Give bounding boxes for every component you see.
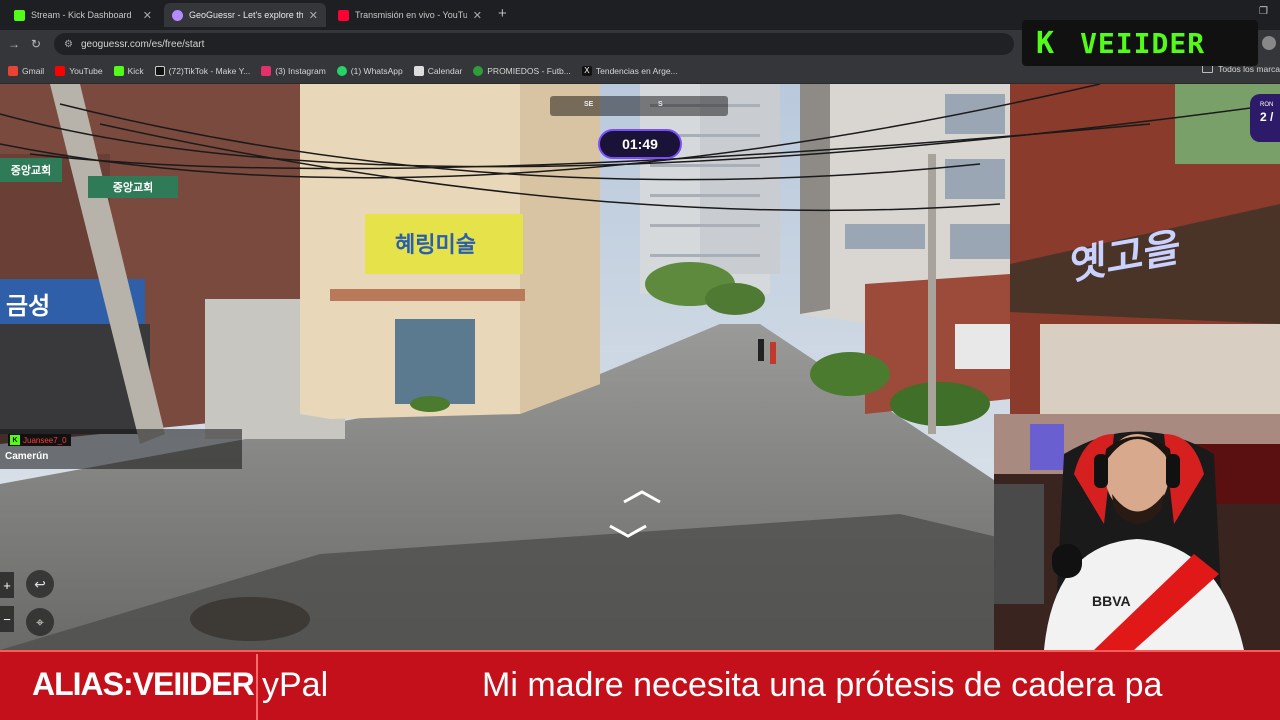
forward-icon[interactable]: → — [8, 37, 20, 51]
bookmark-label: YouTube — [69, 65, 103, 76]
new-tab-button[interactable]: + — [498, 5, 507, 22]
tab-title: GeoGuessr - Let's explore the w — [189, 10, 303, 20]
calendar-icon — [413, 65, 424, 76]
undo-move-icon[interactable]: ↩ — [26, 570, 54, 598]
profile-avatar[interactable] — [1262, 36, 1276, 50]
chat-user-badge: K Juansee7_0 — [8, 434, 71, 446]
round-label: RON — [1260, 102, 1274, 108]
youtube-favicon-icon — [338, 9, 349, 21]
svg-text:BBVA: BBVA — [1092, 593, 1131, 609]
site-info-icon[interactable]: ⚙ — [64, 39, 73, 50]
gmail-icon — [8, 65, 18, 76]
street-sign: 중앙교회 — [0, 158, 62, 182]
bookmark-whatsapp[interactable]: (1) WhatsApp — [336, 65, 403, 76]
tab-title: Transmisión en vivo - YouTube — [355, 10, 467, 20]
kick-logo: K — [1036, 25, 1055, 61]
close-tab-icon[interactable]: ✕ — [143, 9, 152, 22]
bookmark-kick[interactable]: Kick — [113, 65, 144, 76]
bookmark-tiktok[interactable]: (72)TikTok - Make Y... — [154, 65, 251, 76]
bookmark-gmail[interactable]: Gmail — [8, 65, 45, 76]
close-tab-icon[interactable]: ✕ — [473, 9, 482, 22]
bookmark-calendar[interactable]: Calendar — [413, 65, 463, 76]
chat-message: K Juansee7_0 Camerún — [0, 429, 242, 469]
compass-s: S — [658, 101, 663, 108]
bookmark-label: (72)TikTok - Make Y... — [168, 65, 251, 76]
shop-sign-left: 금성 — [6, 292, 51, 320]
youtube-icon — [55, 65, 66, 76]
street-sign-2: 중앙교회 — [88, 176, 178, 198]
ticker-paypal: yPal — [262, 666, 329, 704]
chat-username: Juansee7_0 — [23, 435, 67, 445]
promiedos-icon — [473, 65, 484, 76]
chat-text: Camerún — [5, 451, 49, 462]
streamer-logo-overlay: K VEIIDER — [1022, 20, 1258, 66]
x-logo-icon: X — [581, 65, 592, 76]
move-back-arrow-icon[interactable] — [608, 524, 648, 538]
close-tab-icon[interactable]: ✕ — [309, 9, 318, 22]
instagram-icon — [261, 65, 272, 76]
street-view-panorama[interactable]: 금성 혜링미술 옛고을 중앙교회 중앙교회 SE S 01:49 RON 2 /… — [0, 84, 1280, 650]
bookmark-promiedos[interactable]: PROMIEDOS - Futb... — [473, 65, 571, 76]
move-forward-arrow-icon[interactable] — [622, 490, 662, 504]
tab-geoguessr[interactable]: GeoGuessr - Let's explore the w ✕ — [164, 3, 326, 27]
bookmark-label: (3) Instagram — [275, 65, 326, 76]
kick-icon — [113, 65, 124, 76]
folder-icon — [1202, 65, 1214, 73]
zoom-in-button[interactable]: + — [0, 572, 14, 598]
round-indicator: RON 2 / — [1250, 94, 1280, 142]
reload-icon[interactable]: ↻ — [31, 37, 41, 51]
bookmark-label: PROMIEDOS - Futb... — [487, 65, 571, 76]
street-sign-text: 중앙교회 — [112, 181, 154, 194]
compass-se: SE — [584, 101, 594, 108]
geoguessr-favicon-icon — [172, 9, 183, 21]
tab-kick-dashboard[interactable]: Stream - Kick Dashboard ✕ — [6, 3, 160, 27]
ticker-message: Mi madre necesita una prótesis de cadera… — [482, 666, 1163, 704]
bookmark-label: Gmail — [22, 65, 45, 76]
whatsapp-icon — [336, 65, 347, 76]
tab-title: Stream - Kick Dashboard — [31, 10, 132, 20]
address-bar[interactable]: ⚙ geoguessr.com/es/free/start — [54, 33, 1014, 55]
bookmark-label: Tendencias en Arge... — [595, 65, 678, 76]
return-to-start-icon[interactable]: ⌖ — [26, 608, 54, 636]
webcam-image: BBVA — [994, 414, 1280, 650]
maximize-window-icon[interactable]: ❐ — [1259, 6, 1268, 17]
url-text: geoguessr.com/es/free/start — [80, 38, 205, 50]
streamer-name: VEIIDER — [1080, 26, 1206, 60]
kick-badge-icon: K — [10, 435, 20, 445]
donation-ticker: ALIAS:VEIIDER yPal Mi madre necesita una… — [0, 650, 1280, 720]
tiktok-icon — [154, 65, 165, 76]
bookmark-label: (1) WhatsApp — [350, 65, 403, 76]
street-sign-text: 중앙교회 — [10, 164, 52, 177]
zoom-out-button[interactable]: − — [0, 606, 14, 632]
ticker-divider — [256, 654, 258, 720]
bookmark-youtube[interactable]: YouTube — [55, 65, 103, 76]
ticker-alias: ALIAS:VEIIDER — [32, 666, 255, 702]
bookmark-instagram[interactable]: (3) Instagram — [261, 65, 326, 76]
webcam-feed: BBVA — [994, 414, 1280, 650]
shop-sign-center: 혜링미술 — [395, 233, 476, 258]
round-timer: 01:49 — [598, 129, 682, 159]
bookmark-label: Calendar — [427, 65, 463, 76]
bookmark-label: Kick — [127, 65, 144, 76]
compass-bar: SE S — [550, 96, 728, 116]
tab-youtube-live[interactable]: Transmisión en vivo - YouTube ✕ — [330, 3, 490, 27]
kick-favicon-icon — [14, 9, 25, 21]
bookmark-x-trends[interactable]: X Tendencias en Arge... — [581, 65, 678, 76]
round-value: 2 / — [1260, 110, 1274, 124]
